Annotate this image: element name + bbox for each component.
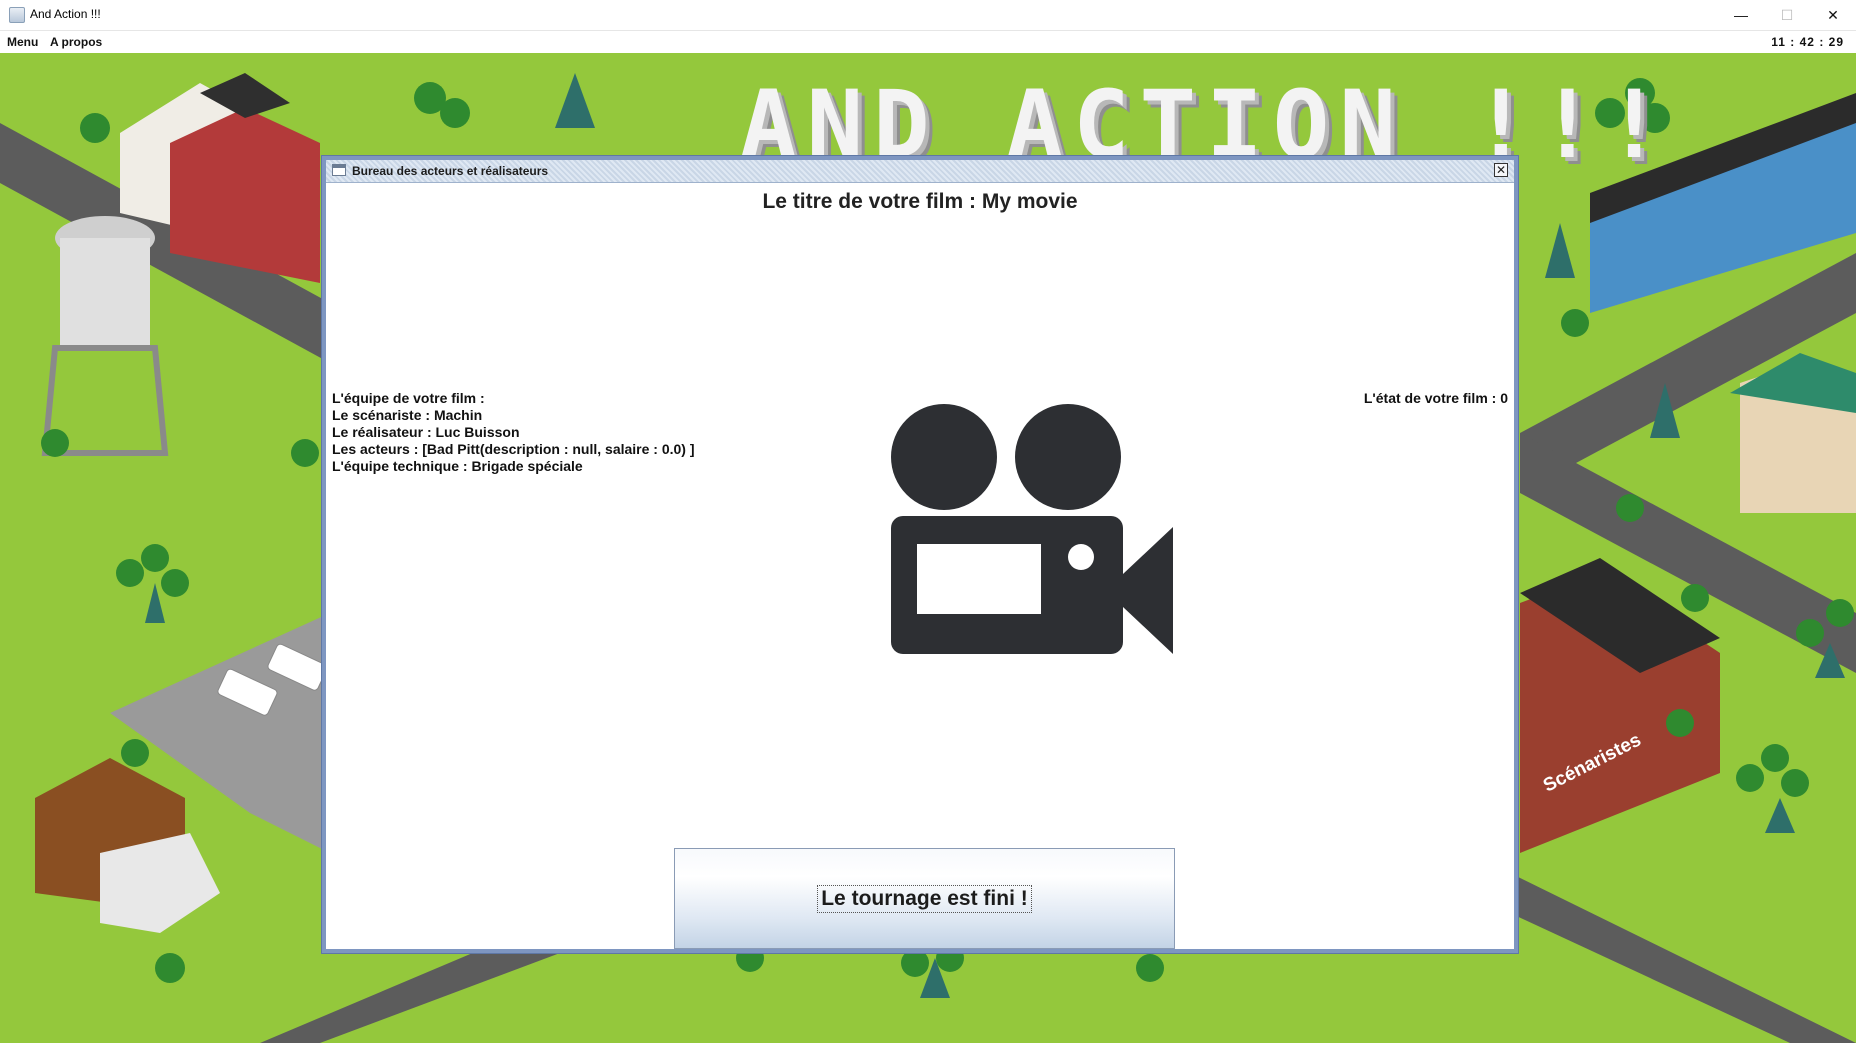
minimize-button[interactable]: — bbox=[1718, 0, 1764, 30]
crew-tech: L'équipe technique : Brigade spéciale bbox=[332, 458, 583, 474]
close-button[interactable]: ✕ bbox=[1810, 0, 1856, 30]
dialog-title: Bureau des acteurs et réalisateurs bbox=[352, 164, 549, 178]
menu-a-propos[interactable]: A propos bbox=[50, 35, 102, 49]
window-icon bbox=[332, 164, 346, 176]
film-title: Le titre de votre film : My movie bbox=[762, 190, 1078, 213]
dialog-close-button[interactable]: ✕ bbox=[1494, 163, 1508, 177]
maximize-button: ☐ bbox=[1780, 6, 1794, 23]
window-title: And Action !!! bbox=[30, 7, 101, 21]
movie-camera-icon bbox=[891, 404, 1173, 654]
crew-info: L'équipe de votre film : Le scénariste :… bbox=[332, 390, 695, 475]
building-brick-red bbox=[170, 108, 320, 283]
road-southeast bbox=[1510, 873, 1856, 1043]
clock: 11 : 42 : 29 bbox=[1771, 35, 1844, 49]
film-state: L'état de votre film : 0 bbox=[1363, 390, 1508, 406]
crew-director: Le réalisateur : Luc Buisson bbox=[332, 424, 520, 440]
dialog-bureau: Bureau des acteurs et réalisateurs ✕ Le … bbox=[322, 156, 1518, 953]
crew-writer: Le scénariste : Machin bbox=[332, 407, 483, 423]
dialog-titlebar[interactable]: Bureau des acteurs et réalisateurs ✕ bbox=[326, 160, 1514, 183]
finish-button-label: Le tournage est fini ! bbox=[817, 884, 1032, 913]
menubar: Menu A propos 11 : 42 : 29 bbox=[0, 31, 1856, 53]
finish-shooting-button[interactable]: Le tournage est fini ! bbox=[674, 848, 1175, 949]
crew-header: L'équipe de votre film : bbox=[332, 390, 485, 406]
window-titlebar: And Action !!! — ☐ ✕ bbox=[0, 0, 1856, 31]
menu-menu[interactable]: Menu bbox=[7, 35, 38, 49]
crew-actors: Les acteurs : [Bad Pitt(description : nu… bbox=[332, 441, 695, 457]
app-icon bbox=[9, 7, 25, 23]
